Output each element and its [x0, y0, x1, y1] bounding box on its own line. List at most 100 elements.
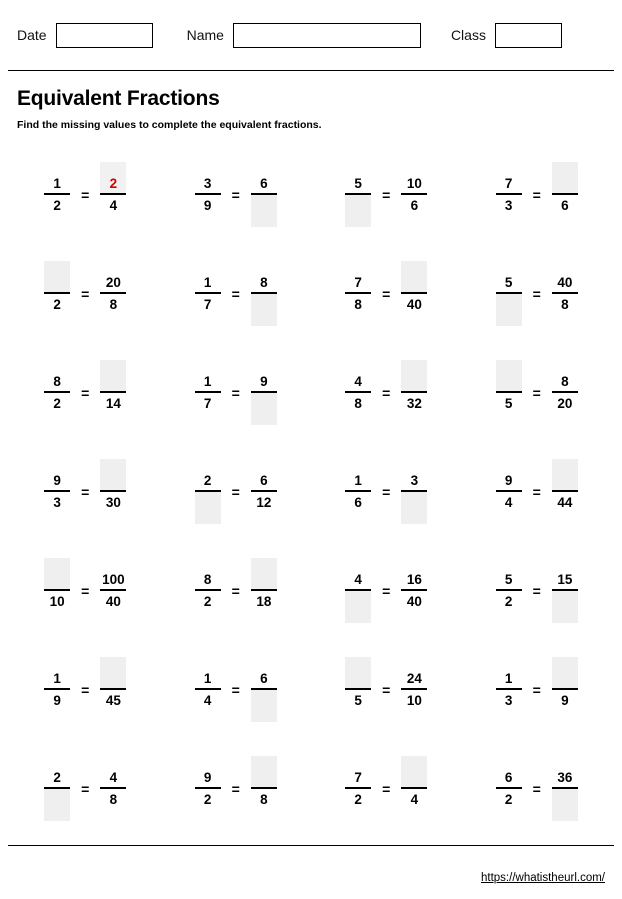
fraction-right: 30 — [96, 459, 130, 524]
equals-sign: = — [382, 681, 391, 698]
equation: 1 7 = 9 — [191, 360, 281, 426]
answer-box-left-num[interactable] — [345, 657, 372, 689]
equation: 2 = 20 8 — [40, 261, 130, 326]
equals-sign: = — [231, 285, 240, 302]
date-input[interactable] — [55, 22, 153, 48]
answer-box-right-num[interactable] — [100, 657, 127, 689]
equals-sign: = — [81, 285, 90, 302]
answer-box-right-num[interactable] — [401, 360, 428, 392]
fraction-left: 5 — [492, 261, 526, 327]
answer-box-right-num[interactable] — [100, 459, 127, 491]
equation: 4 8 = 32 — [341, 360, 431, 425]
answer-box-right-num[interactable] — [401, 756, 428, 788]
answer-box-right-num[interactable]: 2 — [100, 162, 127, 194]
equation: 1 2 = 2 4 — [40, 162, 130, 227]
denominator-left: 2 — [53, 198, 61, 214]
problem-cell: 1 2 = 2 4 — [10, 154, 161, 253]
equals-sign: = — [532, 582, 541, 599]
answer-box-right-num[interactable] — [250, 756, 277, 788]
denominator-left: 5 — [504, 396, 513, 412]
answer-box-right-num[interactable] — [551, 162, 578, 194]
problem-row: 8 2 = 14 1 7 = 9 4 8 = 32 5 = 8 20 — [10, 352, 612, 451]
answer-box-left-num[interactable] — [495, 360, 522, 392]
answer-box-right-den[interactable] — [250, 393, 277, 426]
answer-box-right-den[interactable] — [551, 591, 578, 624]
problem-cell: 6 2 = 36 — [462, 748, 613, 847]
numerator-left: 7 — [354, 274, 362, 290]
denominator-right: 32 — [406, 396, 422, 412]
answer-box-left-num[interactable] — [44, 558, 71, 590]
numerator-left: 1 — [354, 472, 362, 488]
answer-box-right-den[interactable] — [551, 789, 578, 822]
equation: 8 2 = 18 — [191, 558, 281, 623]
denominator-left: 2 — [504, 594, 513, 610]
problem-row: 1 2 = 2 4 3 9 = 6 5 = 10 6 7 3 = 6 — [10, 154, 612, 253]
problem-cell: 5 = 8 20 — [462, 352, 613, 451]
answer-box-right-den[interactable] — [250, 690, 277, 723]
source-url-link[interactable]: https://whatistheurl.com/ — [481, 872, 605, 884]
answer-box-left-den[interactable] — [44, 789, 71, 822]
equation: 1 4 = 6 — [191, 657, 281, 723]
equals-sign: = — [231, 582, 240, 599]
answer-box-right-num[interactable] — [551, 657, 578, 689]
equation: 7 3 = 6 — [492, 162, 582, 227]
answer-box-right-den[interactable] — [250, 195, 277, 228]
equals-sign: = — [81, 582, 90, 599]
denominator-left: 5 — [354, 693, 362, 709]
equals-sign: = — [81, 681, 90, 698]
answer-box-left-num[interactable] — [44, 261, 71, 293]
problem-cell: 2 = 4 8 — [10, 748, 161, 847]
equals-sign: = — [532, 483, 541, 500]
denominator-right: 8 — [109, 792, 118, 808]
fraction-right: 10 6 — [397, 162, 431, 227]
numerator-right: 20 — [105, 274, 121, 290]
numerator-left: 3 — [203, 175, 212, 191]
fraction-left: 13 — [492, 657, 526, 722]
denominator-left: 9 — [203, 198, 212, 214]
fraction-right: 8 — [247, 756, 281, 821]
problem-row: 2 = 4 8 9 2 = 8 7 2 = 4 6 2 = 36 — [10, 748, 612, 847]
fraction-left: 2 — [40, 756, 74, 822]
equation: 1 7 = 8 — [191, 261, 281, 327]
numerator-right: 4 — [109, 769, 118, 785]
fraction-left: 82 — [40, 360, 74, 425]
fraction-right: 20 8 — [96, 261, 130, 326]
numerator-right: 40 — [557, 274, 573, 290]
equals-sign: = — [231, 186, 240, 203]
denominator-left: 2 — [53, 396, 61, 412]
footer-divider — [8, 845, 614, 847]
equation: 1 6 = 3 — [341, 459, 431, 525]
problem-cell: 1 9 = 45 — [10, 649, 161, 748]
fraction-right: 40 8 — [548, 261, 582, 326]
answer-box-right-num[interactable] — [250, 558, 277, 590]
answer-box-right-den[interactable] — [401, 492, 428, 525]
answer-box-right-num[interactable] — [551, 459, 578, 491]
numerator-right: 16 — [406, 571, 422, 587]
answer-box-left-den[interactable] — [194, 492, 221, 525]
denominator-right: 6 — [561, 198, 569, 214]
equals-sign: = — [81, 483, 90, 500]
class-input[interactable] — [494, 22, 562, 48]
answer-box-right-den[interactable] — [250, 294, 277, 327]
answer-box-left-den[interactable] — [345, 195, 372, 228]
name-input[interactable] — [232, 22, 421, 48]
equation: 7 8 = 40 — [341, 261, 431, 326]
denominator-right: 45 — [105, 693, 121, 709]
fraction-left: 16 — [341, 459, 375, 524]
denominator-left: 6 — [354, 495, 362, 511]
numerator-right: 15 — [557, 571, 573, 587]
answer-box-right-num[interactable] — [401, 261, 428, 293]
problem-cell: 1 3 = 9 — [462, 649, 613, 748]
answer-box-left-den[interactable] — [345, 591, 372, 624]
fraction-left: 62 — [492, 756, 526, 821]
fraction-left: 52 — [492, 558, 526, 623]
answer-box-right-num[interactable] — [100, 360, 127, 392]
problem-cell: 1 7 = 9 — [161, 352, 312, 451]
equation: 4 = 16 40 — [341, 558, 431, 624]
numerator-right: 36 — [557, 769, 573, 785]
fraction-right: 16 40 — [397, 558, 431, 623]
equation: 9 3 = 30 — [40, 459, 130, 524]
answer-box-left-den[interactable] — [495, 294, 522, 327]
fraction-right: 6 12 — [247, 459, 281, 524]
numerator-left: 1 — [203, 274, 212, 290]
